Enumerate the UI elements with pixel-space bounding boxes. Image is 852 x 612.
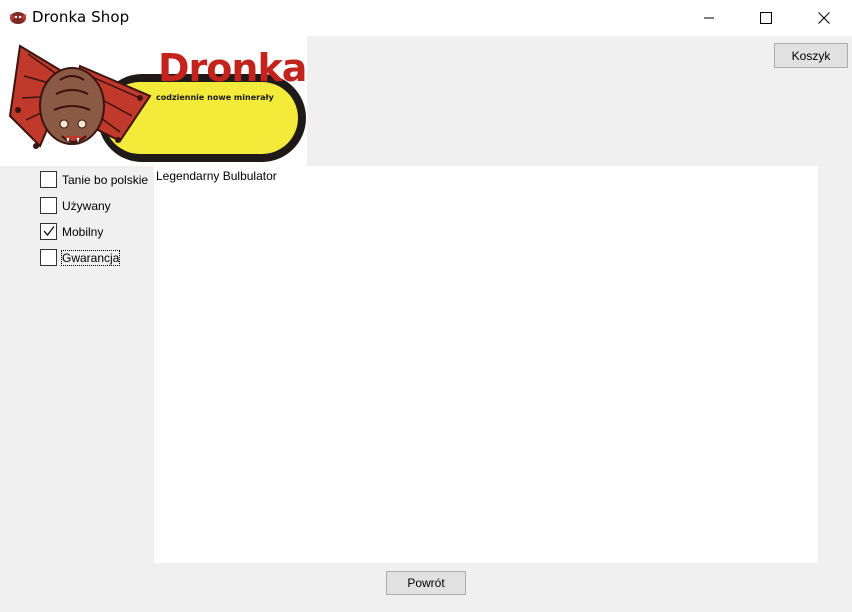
filter-checkbox-mobilny[interactable]: Mobilny [40, 223, 103, 240]
app-icon [10, 12, 26, 24]
checkmark-icon [43, 226, 55, 236]
close-button[interactable] [801, 0, 847, 36]
checkbox-label: Używany [62, 198, 111, 213]
list-item[interactable]: Legendarny Bulbulator [156, 169, 277, 183]
checkbox-box[interactable] [40, 249, 57, 266]
maximize-icon [760, 12, 772, 24]
app-window: Dronka Shop Dronka codziennie nowe miner… [0, 0, 852, 612]
drone-mascot-icon [8, 44, 152, 149]
checkbox-box[interactable] [40, 171, 57, 188]
filter-checkbox-gwarancja[interactable]: Gwarancja [40, 249, 121, 266]
checkbox-box[interactable] [40, 197, 57, 214]
filter-checkbox-uzywany[interactable]: Używany [40, 197, 111, 214]
checkbox-label: Gwarancja [60, 249, 121, 266]
product-list[interactable]: Legendarny Bulbulator [154, 166, 818, 563]
close-icon [818, 12, 830, 24]
logo-title: Dronka [158, 46, 307, 90]
minimize-icon [704, 17, 714, 19]
back-button[interactable]: Powrót [386, 571, 466, 595]
window-title: Dronka Shop [32, 8, 130, 26]
checkbox-label: Mobilny [62, 224, 104, 239]
maximize-button[interactable] [743, 0, 789, 36]
checkbox-label: Tanie bo polskie [62, 172, 149, 187]
filter-checkbox-tanie[interactable]: Tanie bo polskie [40, 171, 148, 188]
title-bar[interactable]: Dronka Shop [0, 0, 852, 36]
minimize-button[interactable] [686, 0, 732, 36]
dronka-logo: Dronka codziennie nowe minerały [0, 36, 307, 166]
checkbox-box-checked[interactable] [40, 223, 57, 240]
cart-button[interactable]: Koszyk [774, 43, 848, 68]
logo-subtitle: codziennie nowe minerały [156, 93, 274, 102]
